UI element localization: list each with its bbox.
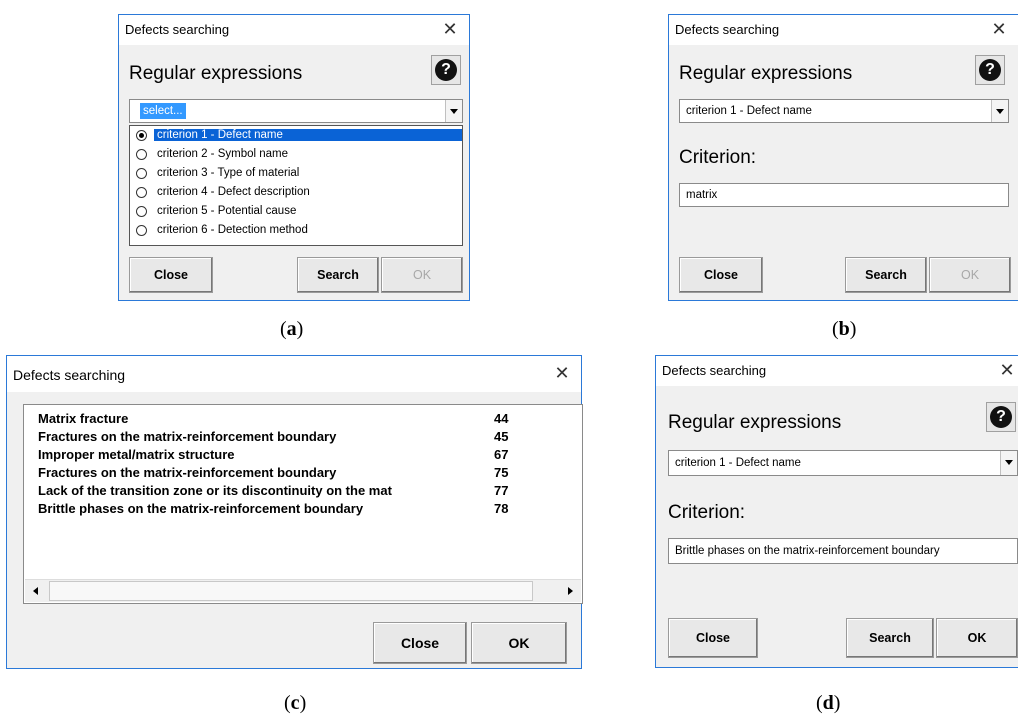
criterion-option-label: criterion 1 - Defect name	[154, 129, 462, 141]
close-icon[interactable]: ✕	[988, 18, 1010, 40]
criterion-input[interactable]: matrix	[679, 183, 1009, 207]
criterion-option-5[interactable]: criterion 5 - Potential cause	[130, 203, 462, 221]
result-row[interactable]: Lack of the transition zone or its disco…	[38, 483, 568, 501]
scroll-right-icon[interactable]	[559, 580, 581, 602]
result-number: 45	[494, 429, 509, 444]
radio-icon[interactable]	[136, 225, 147, 236]
dialog-title: Defects searching	[125, 22, 230, 37]
radio-icon[interactable]	[136, 149, 147, 160]
criterion-options-list: criterion 1 - Defect name criterion 2 - …	[129, 125, 463, 246]
ok-button[interactable]: OK	[381, 257, 463, 293]
criterion-option-label: criterion 3 - Type of material	[157, 167, 300, 179]
criterion-input-value: matrix	[686, 189, 718, 201]
result-number: 78	[494, 501, 509, 516]
help-icon: ?	[435, 59, 457, 81]
caption-d: (d)	[816, 692, 841, 714]
criterion-option-6[interactable]: criterion 6 - Detection method	[130, 222, 462, 240]
caption-b: (b)	[832, 318, 857, 340]
result-number: 44	[494, 411, 509, 426]
search-button[interactable]: Search	[846, 618, 934, 658]
title-bar: Defects searching ✕	[7, 356, 581, 392]
criterion-option-label: criterion 5 - Potential cause	[157, 205, 297, 217]
scrollbar-thumb[interactable]	[49, 581, 533, 601]
criterion-option-3[interactable]: criterion 3 - Type of material	[130, 165, 462, 183]
close-icon[interactable]: ✕	[439, 18, 461, 40]
result-name: Brittle phases on the matrix-reinforceme…	[38, 501, 364, 516]
dialog-d: Defects searching ✕ Regular expressions …	[655, 355, 1018, 668]
scroll-left-icon[interactable]	[25, 580, 47, 602]
help-icon: ?	[990, 406, 1012, 428]
criterion-option-1[interactable]: criterion 1 - Defect name	[130, 127, 462, 145]
title-bar: Defects searching ✕	[669, 15, 1018, 45]
help-icon: ?	[979, 59, 1001, 81]
result-row[interactable]: Matrix fracture 44	[38, 411, 568, 429]
result-number: 75	[494, 465, 509, 480]
radio-icon[interactable]	[136, 168, 147, 179]
result-number: 77	[494, 483, 509, 498]
criterion-option-2[interactable]: criterion 2 - Symbol name	[130, 146, 462, 164]
result-name: Matrix fracture	[38, 411, 129, 426]
chevron-down-icon[interactable]	[1000, 451, 1017, 475]
criterion-option-4[interactable]: criterion 4 - Defect description	[130, 184, 462, 202]
criterion-select-value: select...	[140, 103, 186, 119]
result-name: Improper metal/matrix structure	[38, 447, 235, 462]
help-button[interactable]: ?	[431, 55, 461, 85]
criterion-input-value: Brittle phases on the matrix-reinforceme…	[675, 545, 940, 557]
criterion-input[interactable]: Brittle phases on the matrix-reinforceme…	[668, 538, 1018, 564]
radio-icon[interactable]	[136, 206, 147, 217]
title-bar: Defects searching ✕	[119, 15, 469, 45]
ok-button[interactable]: OK	[936, 618, 1018, 658]
result-name: Fractures on the matrix-reinforcement bo…	[38, 429, 337, 444]
result-row[interactable]: Fractures on the matrix-reinforcement bo…	[38, 429, 568, 447]
criterion-select-value: criterion 1 - Defect name	[686, 105, 812, 117]
criterion-select[interactable]: criterion 1 - Defect name	[679, 99, 1009, 123]
dialog-b: Defects searching ✕ Regular expressions …	[668, 14, 1018, 301]
criterion-select[interactable]: criterion 1 - Defect name	[668, 450, 1018, 476]
criterion-select-value: criterion 1 - Defect name	[675, 457, 801, 469]
close-button[interactable]: Close	[373, 622, 467, 664]
chevron-down-icon[interactable]	[991, 100, 1008, 122]
help-button[interactable]: ?	[975, 55, 1005, 85]
result-name: Fractures on the matrix-reinforcement bo…	[38, 465, 337, 480]
help-button[interactable]: ?	[986, 402, 1016, 432]
regular-expressions-heading: Regular expressions	[129, 63, 303, 84]
result-row[interactable]: Brittle phases on the matrix-reinforceme…	[38, 501, 568, 519]
result-row[interactable]: Improper metal/matrix structure 67	[38, 447, 568, 465]
radio-icon[interactable]	[136, 187, 147, 198]
search-button[interactable]: Search	[297, 257, 379, 293]
close-icon[interactable]: ✕	[551, 362, 573, 384]
dialog-title: Defects searching	[675, 22, 780, 37]
results-list: Matrix fracture 44 Fractures on the matr…	[23, 404, 583, 604]
close-button[interactable]: Close	[129, 257, 213, 293]
dialog-title: Defects searching	[13, 367, 126, 383]
close-button[interactable]: Close	[668, 618, 758, 658]
criterion-option-label: criterion 4 - Defect description	[157, 186, 310, 198]
radio-selected-icon[interactable]	[136, 130, 147, 141]
ok-button[interactable]: OK	[471, 622, 567, 664]
result-row[interactable]: Fractures on the matrix-reinforcement bo…	[38, 465, 568, 483]
criterion-select[interactable]: select...	[129, 99, 463, 123]
title-bar: Defects searching ✕	[656, 356, 1018, 386]
ok-button[interactable]: OK	[929, 257, 1011, 293]
criterion-option-label: criterion 2 - Symbol name	[157, 148, 289, 160]
caption-c: (c)	[284, 692, 307, 714]
regular-expressions-heading: Regular expressions	[679, 63, 853, 84]
result-name: Lack of the transition zone or its disco…	[38, 483, 392, 498]
close-icon[interactable]: ✕	[996, 359, 1018, 381]
result-number: 67	[494, 447, 509, 462]
dialog-c: Defects searching ✕ Matrix fracture 44 F…	[6, 355, 583, 669]
regular-expressions-heading: Regular expressions	[668, 412, 842, 433]
search-button[interactable]: Search	[845, 257, 927, 293]
dialog-title: Defects searching	[662, 363, 767, 378]
chevron-down-icon[interactable]	[445, 100, 462, 122]
caption-a: (a)	[280, 318, 304, 340]
horizontal-scrollbar[interactable]	[25, 579, 581, 602]
dialog-a: Defects searching ✕ Regular expressions …	[118, 14, 470, 301]
close-button[interactable]: Close	[679, 257, 763, 293]
criterion-option-label: criterion 6 - Detection method	[157, 224, 308, 236]
criterion-label: Criterion:	[679, 147, 757, 168]
criterion-label: Criterion:	[668, 502, 746, 523]
